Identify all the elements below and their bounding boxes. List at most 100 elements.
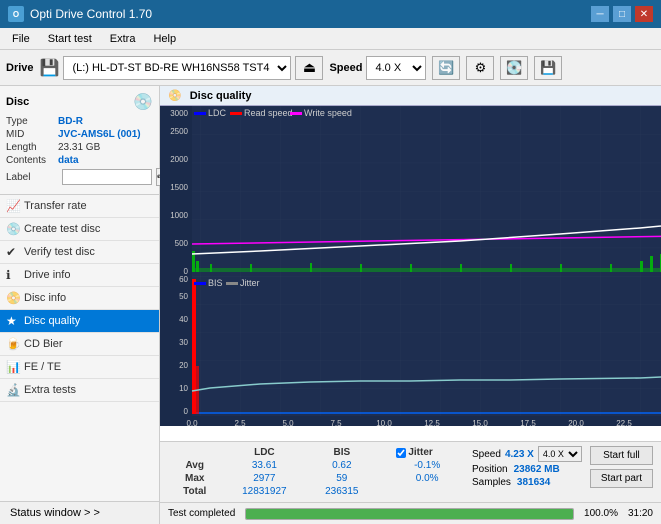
stats-total-label: Total <box>168 485 221 498</box>
progress-bar-fill <box>246 509 573 519</box>
label-label: Label <box>6 172 58 183</box>
stats-max-bis: 59 <box>307 472 376 485</box>
speed-value: 4.23 X <box>505 449 534 460</box>
svg-text:2000: 2000 <box>170 155 188 164</box>
stats-avg-bis: 0.62 <box>307 459 376 472</box>
length-value: 23.31 GB <box>58 142 100 153</box>
minimize-button[interactable]: ─ <box>591 6 609 22</box>
mid-value: JVC-AMS6L (001) <box>58 129 141 140</box>
contents-label: Contents <box>6 155 58 166</box>
action-buttons: Start full Start part <box>590 446 653 488</box>
position-label: Position <box>472 464 508 475</box>
svg-text:500: 500 <box>175 239 189 248</box>
drive-info-icon: ℹ <box>6 268 11 282</box>
svg-text:1000: 1000 <box>170 211 188 220</box>
status-message: Test completed <box>168 508 235 519</box>
svg-text:17.5: 17.5 <box>520 419 536 426</box>
bottom-chart: 0 10 20 30 40 50 60 10% 8% 6% 4% 2% 0.0 … <box>160 276 661 426</box>
nav-label-create-test-disc: Create test disc <box>24 223 100 235</box>
start-part-button[interactable]: Start part <box>590 469 653 488</box>
nav-label-disc-info: Disc info <box>24 292 66 304</box>
svg-text:2.5: 2.5 <box>234 419 246 426</box>
sidebar-item-verify-test-disc[interactable]: ✔ Verify test disc <box>0 241 159 264</box>
svg-text:50: 50 <box>179 292 188 301</box>
sidebar-item-disc-info[interactable]: 📀 Disc info <box>0 287 159 310</box>
content-area: 📀 Disc quality 0 <box>160 86 661 524</box>
create-test-disc-icon: 💿 <box>6 222 21 236</box>
svg-text:22.5: 22.5 <box>616 419 632 426</box>
sidebar-item-fe-te[interactable]: 📊 FE / TE <box>0 356 159 379</box>
nav-list: 📈 Transfer rate 💿 Create test disc ✔ Ver… <box>0 195 159 402</box>
length-label: Length <box>6 142 58 153</box>
stats-total-jitter <box>390 485 464 498</box>
speed-dropdown[interactable]: 4.0 X <box>366 56 426 80</box>
svg-text:0: 0 <box>184 267 189 276</box>
status-window-label: Status window > > <box>10 507 100 519</box>
verify-test-disc-icon: ✔ <box>6 245 16 259</box>
samples-label: Samples <box>472 477 511 488</box>
disc-icon: 💿 <box>133 92 153 112</box>
eject-button[interactable]: ⏏ <box>295 56 323 80</box>
refresh-button[interactable]: 🔄 <box>432 56 460 80</box>
samples-row: Samples 381634 <box>472 477 550 488</box>
sidebar-item-extra-tests[interactable]: 🔬 Extra tests <box>0 379 159 402</box>
sidebar-item-transfer-rate[interactable]: 📈 Transfer rate <box>0 195 159 218</box>
svg-text:12.5: 12.5 <box>424 419 440 426</box>
title-bar-controls[interactable]: ─ □ ✕ <box>591 6 653 22</box>
title-bar-left: O Opti Drive Control 1.70 <box>8 6 152 22</box>
settings-button[interactable]: ⚙ <box>466 56 494 80</box>
chart-header: 📀 Disc quality <box>160 86 661 106</box>
media-button[interactable]: 💽 <box>500 56 528 80</box>
start-full-button[interactable]: Start full <box>590 446 653 465</box>
menu-help[interactable]: Help <box>145 31 184 47</box>
disc-length-row: Length 23.31 GB <box>6 142 153 153</box>
type-label: Type <box>6 116 58 127</box>
menu-start-test[interactable]: Start test <box>40 31 100 47</box>
disc-info-icon: 📀 <box>6 291 21 305</box>
menu-extra[interactable]: Extra <box>102 31 144 47</box>
svg-text:10: 10 <box>179 384 188 393</box>
stats-col-empty <box>168 446 221 459</box>
toolbar: Drive 💾 (L:) HL-DT-ST BD-RE WH16NS58 TST… <box>0 50 661 86</box>
maximize-button[interactable]: □ <box>613 6 631 22</box>
svg-text:2500: 2500 <box>170 127 188 136</box>
sidebar-item-create-test-disc[interactable]: 💿 Create test disc <box>0 218 159 241</box>
svg-text:20.0: 20.0 <box>568 419 584 426</box>
close-button[interactable]: ✕ <box>635 6 653 22</box>
label-input[interactable] <box>62 169 152 185</box>
type-value: BD-R <box>58 116 83 127</box>
jitter-checkbox[interactable] <box>396 448 406 458</box>
sidebar-item-cd-bier[interactable]: 🍺 CD Bier <box>0 333 159 356</box>
position-row: Position 23862 MB <box>472 464 560 475</box>
drive-dropdown[interactable]: (L:) HL-DT-ST BD-RE WH16NS58 TST4 <box>63 56 291 80</box>
svg-text:BIS: BIS <box>208 278 223 288</box>
status-window-button[interactable]: Status window > > <box>0 502 159 524</box>
svg-text:1500: 1500 <box>170 183 188 192</box>
stats-avg-label: Avg <box>168 459 221 472</box>
drive-icon: 💾 <box>40 58 60 78</box>
stats-total-ldc: 12831927 <box>221 485 307 498</box>
menu-bar: File Start test Extra Help <box>0 28 661 50</box>
mid-label: MID <box>6 129 58 140</box>
nav-label-drive-info: Drive info <box>24 269 70 281</box>
sidebar-item-drive-info[interactable]: ℹ Drive info <box>0 264 159 287</box>
progress-bar-container <box>245 508 574 520</box>
nav-label-fe-te: FE / TE <box>24 361 61 373</box>
drive-label: Drive <box>6 62 34 74</box>
svg-text:LDC: LDC <box>208 108 227 118</box>
stats-avg-ldc: 33.61 <box>221 459 307 472</box>
sidebar-item-disc-quality[interactable]: ★ Disc quality <box>0 310 159 333</box>
menu-file[interactable]: File <box>4 31 38 47</box>
svg-text:Jitter: Jitter <box>240 278 260 288</box>
save-button[interactable]: 💾 <box>534 56 562 80</box>
cd-bier-icon: 🍺 <box>6 337 21 351</box>
fe-te-icon: 📊 <box>6 360 21 374</box>
stats-bar: LDC BIS Jitter Avg 33.61 0.6 <box>160 441 661 502</box>
bottom-chart-container: 0 10 20 30 40 50 60 10% 8% 6% 4% 2% 0.0 … <box>160 276 661 426</box>
svg-text:0: 0 <box>184 407 189 416</box>
speed-label: Speed <box>472 449 501 460</box>
svg-text:3000: 3000 <box>170 109 188 118</box>
top-chart-container: 0 500 1000 1500 2000 2500 3000 18X 16X 1… <box>160 106 661 276</box>
speed-select[interactable]: 4.0 X <box>538 446 582 462</box>
stats-max-ldc: 2977 <box>221 472 307 485</box>
